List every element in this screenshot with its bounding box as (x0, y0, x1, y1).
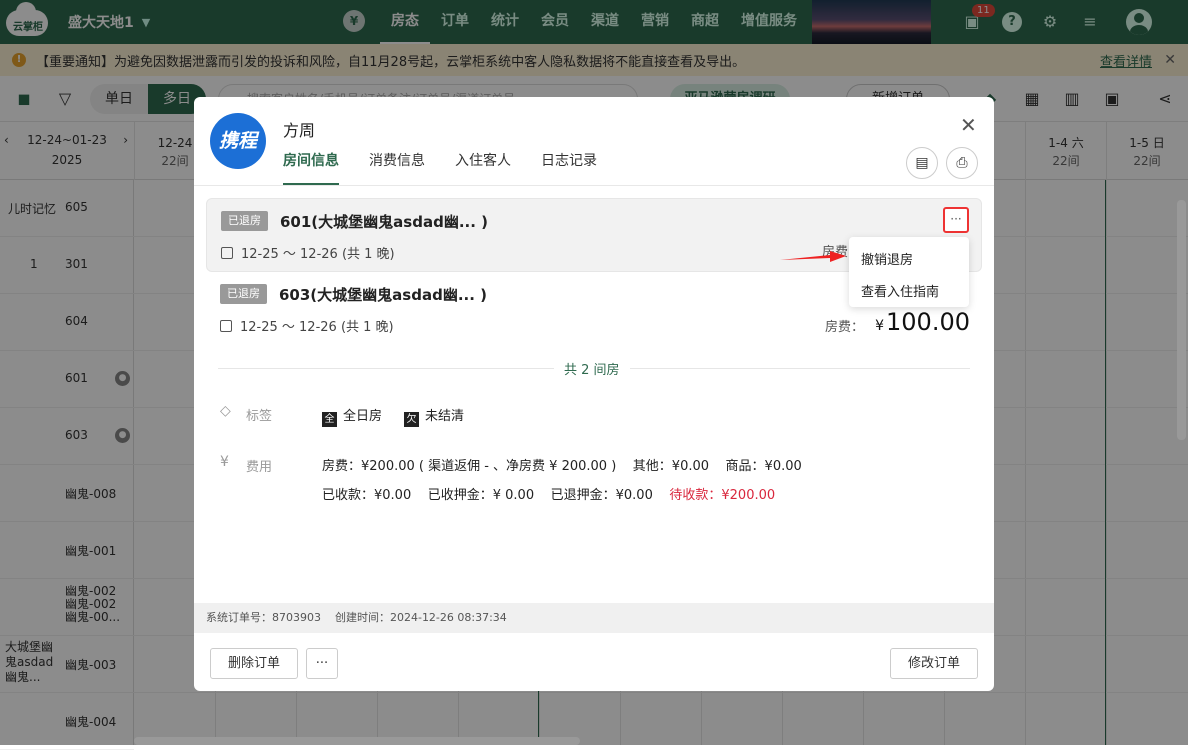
modal-header: 携程 方周 房间信息 消费信息 入住客人 日志记录 ✕ ▤ ⎙ (194, 97, 994, 186)
yuan-icon: ¥ (220, 454, 229, 470)
status-badge: 已退房 (221, 211, 268, 231)
delete-order-button[interactable]: 删除订单 (210, 648, 298, 679)
print-icon[interactable]: ⎙ (946, 147, 978, 179)
tab-room-info[interactable]: 房间信息 (283, 152, 339, 185)
ctrip-logo: 携程 (210, 113, 266, 169)
tag-icon: ◇ (220, 403, 231, 419)
room-more-button[interactable]: ··· (943, 207, 969, 233)
room-price: ¥100.00 (875, 308, 970, 336)
stay-dates: 12-25 ～ 12-26 (共 1 晚) (221, 243, 395, 262)
edit-order-button[interactable]: 修改订单 (890, 648, 978, 679)
room-title: 601(大城堡幽鬼asdad幽... ) (280, 213, 488, 231)
menu-item-undo-checkout[interactable]: 撤销退房 (861, 249, 913, 268)
room-title: 603(大城堡幽鬼asdad幽... ) (279, 286, 487, 304)
fee-summary: 房费：¥200.00 ( 渠道返佣 - 、净房费 ¥ 200.00 ) 其他：¥… (322, 459, 802, 474)
room-action-menu: 撤销退房 查看入住指南 (849, 237, 969, 307)
horizontal-scrollbar[interactable] (134, 737, 580, 745)
status-badge: 已退房 (220, 284, 267, 304)
fee-label: 费用 (246, 460, 273, 475)
modal-tabs: 房间信息 消费信息 入住客人 日志记录 (283, 152, 627, 185)
tab-guests[interactable]: 入住客人 (455, 152, 511, 185)
tab-logs[interactable]: 日志记录 (541, 152, 597, 185)
menu-item-checkin-guide[interactable]: 查看入住指南 (861, 281, 939, 300)
order-detail-modal: 携程 方周 房间信息 消费信息 入住客人 日志记录 ✕ ▤ ⎙ 已退房 601(… (194, 97, 994, 691)
room-total: 共 2 间房 (554, 359, 630, 378)
order-meta: 系统订单号：8703903 创建时间：2024-12-26 08:37:34 (194, 603, 994, 633)
vertical-scrollbar[interactable] (1177, 200, 1186, 440)
stay-dates: 12-25 ～ 12-26 (共 1 晚) (220, 316, 394, 335)
more-actions-button[interactable]: ··· (306, 648, 338, 679)
tag-unsettled: 欠未结清 (404, 405, 464, 427)
close-icon[interactable]: ✕ (960, 113, 977, 137)
payment-summary: 已收款：¥0.00 已收押金：¥ 0.00 已退押金：¥0.00 待收款：¥20… (322, 488, 776, 503)
invoice-icon[interactable]: ▤ (906, 147, 938, 179)
calendar-icon (220, 320, 232, 332)
guest-name: 方周 (283, 121, 316, 140)
tab-consumption[interactable]: 消费信息 (369, 152, 425, 185)
amount-due: 待收款：¥200.00 (669, 488, 776, 503)
tag-full-day: 全全日房 (322, 405, 382, 427)
price-label: 房费： (824, 320, 864, 335)
tags-label: 标签 (246, 409, 273, 424)
calendar-icon (221, 247, 233, 259)
red-arrow-annotation (780, 251, 846, 262)
